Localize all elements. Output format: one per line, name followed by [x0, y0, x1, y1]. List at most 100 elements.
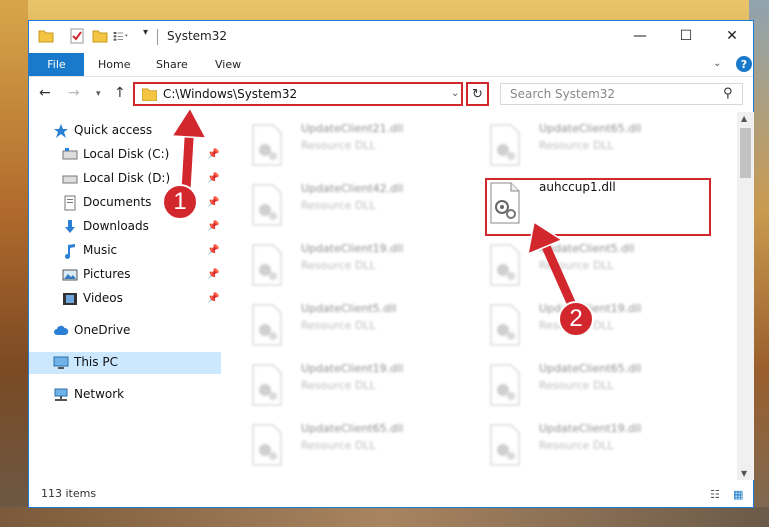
- folder-icon: [142, 88, 157, 101]
- file-description: Resource DLL: [539, 439, 614, 452]
- sidebar-item-label: Network: [74, 387, 125, 401]
- new-folder-icon[interactable]: [92, 28, 108, 44]
- scroll-up-icon[interactable]: ▲: [741, 114, 747, 123]
- network-icon: [54, 388, 68, 401]
- file-list: UpdateClient21.dll Resource DLL UpdateCl…: [239, 112, 734, 480]
- sidebar-item-pictures[interactable]: Pictures 📌: [29, 264, 221, 286]
- status-bar: 113 items ☷ ▦: [29, 483, 753, 507]
- pin-icon[interactable]: 📌: [207, 269, 219, 280]
- file-name: UpdateClient19.dll: [301, 242, 404, 255]
- file-item[interactable]: UpdateClient21.dll Resource DLL: [243, 118, 473, 172]
- pin-icon[interactable]: 📌: [207, 173, 219, 184]
- recent-locations-icon[interactable]: ▾: [96, 89, 101, 99]
- refresh-button[interactable]: ↻: [466, 82, 489, 106]
- file-description: Resource DLL: [539, 379, 614, 392]
- close-button[interactable]: ✕: [709, 21, 755, 51]
- file-item[interactable]: UpdateClient65.dll Resource DLL: [243, 418, 473, 472]
- dll-file-icon: [252, 244, 282, 286]
- sidebar-item-label: Downloads: [83, 219, 149, 233]
- search-icon[interactable]: ⚲: [723, 86, 733, 101]
- dll-file-icon: [490, 304, 520, 346]
- file-item[interactable]: UpdateClient19.dll Resource DLL: [243, 358, 473, 412]
- sidebar-item-videos[interactable]: Videos 📌: [29, 288, 221, 310]
- search-input[interactable]: Search System32 ⚲: [500, 83, 743, 105]
- up-button[interactable]: ↑: [114, 85, 126, 101]
- download-icon: [65, 220, 75, 233]
- sidebar-item-label: Documents: [83, 195, 152, 209]
- file-description: Resource DLL: [539, 139, 614, 152]
- sidebar-item-downloads[interactable]: Downloads 📌: [29, 216, 221, 238]
- sidebar-item-label: Pictures: [83, 267, 131, 281]
- dll-file-icon: [252, 124, 282, 166]
- large-icons-view-icon[interactable]: ▦: [733, 488, 743, 501]
- file-item[interactable]: UpdateClient42.dll Resource DLL: [243, 178, 473, 232]
- dll-file-icon: [252, 304, 282, 346]
- desktop-background-left: [0, 0, 28, 527]
- explorer-window: ▾ System32 — ☐ ✕ File Home Share View ⌄ …: [28, 20, 754, 508]
- highlight-box: [485, 178, 711, 236]
- forward-button[interactable]: →: [68, 85, 80, 101]
- vertical-scrollbar[interactable]: ▲ ▼: [737, 112, 754, 480]
- file-name: UpdateClient65.dll: [539, 362, 642, 375]
- dll-file-icon: [490, 424, 520, 466]
- step-2-badge: 2: [558, 301, 594, 337]
- file-description: Resource DLL: [301, 199, 376, 212]
- back-button[interactable]: ←: [39, 85, 51, 101]
- step-1-badge: 1: [162, 184, 198, 220]
- dll-file-icon: [252, 364, 282, 406]
- sidebar-item-music[interactable]: Music 📌: [29, 240, 221, 262]
- search-placeholder: Search System32: [510, 87, 616, 101]
- file-item[interactable]: UpdateClient19.dll Resource DLL: [243, 238, 473, 292]
- pictures-icon: [62, 269, 78, 281]
- file-item[interactable]: UpdateClient19.dll Resource DLL: [481, 298, 711, 352]
- tab-share[interactable]: Share: [156, 58, 188, 71]
- drive-icon: [62, 175, 78, 184]
- window-title: System32: [167, 29, 228, 43]
- pin-icon[interactable]: 📌: [207, 221, 219, 232]
- file-name: UpdateClient5.dll: [301, 302, 397, 315]
- file-description: Resource DLL: [301, 439, 376, 452]
- file-item[interactable]: UpdateClient65.dll Resource DLL: [481, 358, 711, 412]
- address-bar[interactable]: C:\Windows\System32 ⌄: [133, 82, 463, 106]
- properties-icon[interactable]: [69, 28, 85, 44]
- item-count: 113 items: [41, 487, 97, 500]
- scroll-down-icon[interactable]: ▼: [741, 469, 747, 478]
- sidebar-item-onedrive[interactable]: OneDrive: [29, 320, 221, 342]
- pin-icon[interactable]: 📌: [207, 197, 219, 208]
- expand-ribbon-icon[interactable]: ⌄: [713, 58, 721, 69]
- computer-icon: [53, 356, 69, 369]
- address-dropdown-icon[interactable]: ⌄: [451, 88, 459, 99]
- details-view-icon[interactable]: ☷: [710, 488, 720, 501]
- dll-file-icon: [490, 244, 520, 286]
- help-icon[interactable]: ?: [736, 56, 752, 72]
- drive-icon: [62, 148, 78, 160]
- title-bar: ▾ System32 — ☐ ✕: [29, 21, 753, 53]
- pin-icon[interactable]: 📌: [207, 245, 219, 256]
- file-name: UpdateClient65.dll: [539, 122, 642, 135]
- file-item[interactable]: UpdateClient19.dll Resource DLL: [481, 418, 711, 472]
- folder-icon: [38, 30, 54, 43]
- scroll-thumb[interactable]: [740, 128, 751, 178]
- tab-home[interactable]: Home: [98, 58, 130, 71]
- file-name: UpdateClient19.dll: [301, 362, 404, 375]
- tab-view[interactable]: View: [215, 58, 241, 71]
- file-name: UpdateClient21.dll: [301, 122, 404, 135]
- view-options-icon[interactable]: [113, 28, 129, 44]
- file-item[interactable]: UpdateClient5.dll Resource DLL: [243, 298, 473, 352]
- sidebar-item-this-pc[interactable]: This PC: [29, 352, 221, 374]
- tab-file[interactable]: File: [29, 53, 84, 76]
- file-item[interactable]: UpdateClient65.dll Resource DLL: [481, 118, 711, 172]
- file-name: UpdateClient19.dll: [539, 422, 642, 435]
- sidebar-item-quick-access[interactable]: Quick access: [29, 120, 221, 142]
- pin-icon[interactable]: 📌: [207, 149, 219, 160]
- sidebar-item-local-disk-d[interactable]: Local Disk (D:) 📌: [29, 168, 221, 190]
- star-icon: [54, 124, 68, 138]
- sidebar-item-network[interactable]: Network: [29, 384, 221, 406]
- minimize-button[interactable]: —: [617, 21, 663, 51]
- pin-icon[interactable]: 📌: [207, 293, 219, 304]
- sidebar-item-label: OneDrive: [74, 323, 131, 337]
- maximize-button[interactable]: ☐: [663, 21, 709, 51]
- file-item[interactable]: UpdateClient5.dll Resource DLL: [481, 238, 711, 292]
- sidebar-item-label: Music: [83, 243, 118, 257]
- sidebar-item-local-disk-c[interactable]: Local Disk (C:) 📌: [29, 144, 221, 166]
